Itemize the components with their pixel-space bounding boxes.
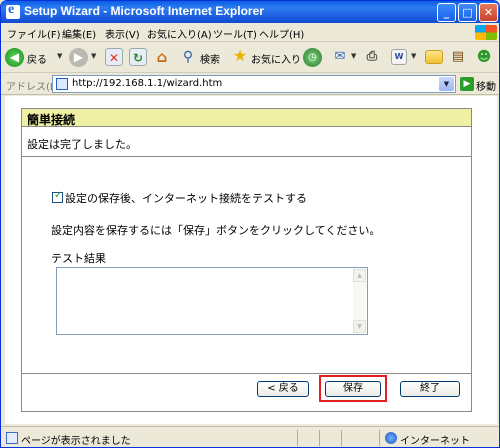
back-button[interactable]: ◀ 戻る ▼ bbox=[5, 48, 63, 68]
maximize-button[interactable]: □ bbox=[458, 3, 477, 22]
mail-button[interactable]: ✉ ▼ bbox=[331, 48, 361, 68]
menu-edit[interactable]: 編集(E) bbox=[62, 26, 96, 41]
back-dropdown-icon[interactable]: ▼ bbox=[57, 52, 62, 60]
edit-dropdown-icon[interactable]: ▼ bbox=[411, 52, 416, 60]
favorites-button[interactable]: ★ お気に入り bbox=[231, 46, 301, 68]
go-icon[interactable]: ▶ bbox=[460, 77, 474, 91]
security-zone: インターネット bbox=[400, 436, 470, 447]
menu-file[interactable]: ファイル(F) bbox=[7, 26, 61, 41]
edit-icon: W bbox=[391, 49, 407, 65]
stop-icon: ✕ bbox=[105, 48, 123, 66]
folder-icon bbox=[425, 50, 443, 64]
scrollbar-track[interactable] bbox=[353, 282, 366, 320]
address-input[interactable]: http://192.168.1.1/wizard.htm ▼ bbox=[52, 75, 456, 93]
ie-icon bbox=[6, 2, 20, 19]
toolbar: ◀ 戻る ▼ ▶ ▼ ✕ ↻ ⌂ ⚲ 検索 ★ お気に入り ◷ ✉ ▼ ⎙ W … bbox=[1, 43, 499, 73]
edit-button[interactable]: W ▼ bbox=[391, 48, 421, 68]
print-button[interactable]: ⎙ bbox=[363, 48, 383, 68]
print-icon: ⎙ bbox=[366, 49, 378, 64]
test-connection-checkbox[interactable] bbox=[52, 190, 63, 203]
status-separator bbox=[379, 430, 380, 446]
mail-icon: ✉ bbox=[334, 49, 346, 64]
browser-window: Setup Wizard - Microsoft Internet Explor… bbox=[0, 0, 500, 448]
status-separator bbox=[319, 430, 320, 446]
scroll-up-icon[interactable]: ▲ bbox=[353, 269, 366, 282]
refresh-icon: ↻ bbox=[129, 48, 147, 66]
close-button[interactable]: ✕ bbox=[479, 3, 498, 22]
favorites-label: お気に入り bbox=[251, 55, 301, 66]
messenger-icon: ☻ bbox=[476, 49, 492, 65]
window-title: Setup Wizard - Microsoft Internet Explor… bbox=[24, 4, 264, 18]
refresh-button[interactable]: ↻ bbox=[129, 48, 147, 68]
scroll-down-icon[interactable]: ▼ bbox=[353, 320, 366, 333]
favorites-star-icon: ★ bbox=[232, 46, 248, 65]
mail-dropdown-icon[interactable]: ▼ bbox=[351, 52, 356, 60]
title-bar[interactable]: Setup Wizard - Microsoft Internet Explor… bbox=[1, 1, 499, 23]
completion-message: 設定は完了しました。 bbox=[27, 138, 137, 151]
test-result-label: テスト結果 bbox=[51, 252, 106, 265]
menu-bar: ファイル(F) 編集(E) 表示(V) お気に入り(A) ツール(T) ヘルプ(… bbox=[1, 23, 499, 42]
status-separator bbox=[297, 430, 298, 446]
divider bbox=[22, 156, 471, 157]
search-icon: ⚲ bbox=[182, 49, 194, 65]
home-button[interactable]: ⌂ bbox=[153, 48, 171, 68]
address-bar: アドレス(D) http://192.168.1.1/wizard.htm ▼ … bbox=[1, 73, 499, 95]
wizard-title: 簡単接続 bbox=[27, 113, 76, 127]
back-icon: ◀ bbox=[5, 48, 24, 67]
folder-button[interactable] bbox=[425, 48, 445, 68]
menu-help[interactable]: ヘルプ(H) bbox=[259, 26, 304, 41]
history-button[interactable]: ◷ bbox=[303, 48, 323, 68]
page-status-icon bbox=[6, 432, 18, 444]
stop-button[interactable]: ✕ bbox=[105, 48, 123, 68]
home-icon: ⌂ bbox=[156, 48, 168, 66]
research-button[interactable]: ▤ bbox=[449, 48, 469, 68]
page-icon bbox=[56, 78, 68, 90]
history-icon: ◷ bbox=[303, 48, 322, 67]
go-button[interactable]: 移動 bbox=[476, 78, 496, 93]
forward-icon: ▶ bbox=[69, 48, 88, 67]
back-wizard-button[interactable]: < 戻る bbox=[257, 381, 309, 397]
menu-tools[interactable]: ツール(T) bbox=[213, 26, 257, 41]
minimize-button[interactable]: _ bbox=[437, 3, 456, 22]
status-text: ページが表示されました bbox=[21, 436, 131, 447]
globe-icon bbox=[385, 432, 397, 444]
address-url[interactable]: http://192.168.1.1/wizard.htm bbox=[72, 78, 222, 89]
messenger-button[interactable]: ☻ bbox=[475, 48, 495, 68]
wizard-header: 簡単接続 bbox=[22, 109, 471, 127]
forward-button[interactable]: ▶ ▼ bbox=[69, 48, 99, 68]
test-result-textarea[interactable]: ▲ ▼ bbox=[56, 267, 368, 335]
address-dropdown-icon[interactable]: ▼ bbox=[439, 77, 454, 91]
save-button[interactable]: 保存 bbox=[325, 381, 381, 397]
save-instruction: 設定内容を保存するには「保存」ボタンをクリックしてください。 bbox=[51, 224, 381, 237]
footer-divider bbox=[22, 373, 471, 374]
search-button[interactable]: ⚲ 検索 bbox=[179, 48, 231, 68]
windows-flag-icon bbox=[475, 25, 497, 40]
wizard-panel: 簡単接続 設定は完了しました。 設定の保存後、インターネット接続をテストする 設… bbox=[21, 108, 472, 412]
menu-view[interactable]: 表示(V) bbox=[105, 26, 140, 41]
menu-favorites[interactable]: お気に入り(A) bbox=[147, 26, 212, 41]
status-separator bbox=[341, 430, 342, 446]
back-label: 戻る bbox=[27, 55, 47, 66]
finish-button[interactable]: 終了 bbox=[400, 381, 460, 397]
forward-dropdown-icon[interactable]: ▼ bbox=[91, 52, 96, 60]
search-label: 検索 bbox=[200, 55, 220, 66]
page-content: 簡単接続 設定は完了しました。 設定の保存後、インターネット接続をテストする 設… bbox=[5, 96, 497, 424]
research-icon: ▤ bbox=[451, 49, 465, 64]
status-bar: ページが表示されました インターネット bbox=[1, 426, 499, 447]
test-connection-label[interactable]: 設定の保存後、インターネット接続をテストする bbox=[65, 190, 307, 206]
